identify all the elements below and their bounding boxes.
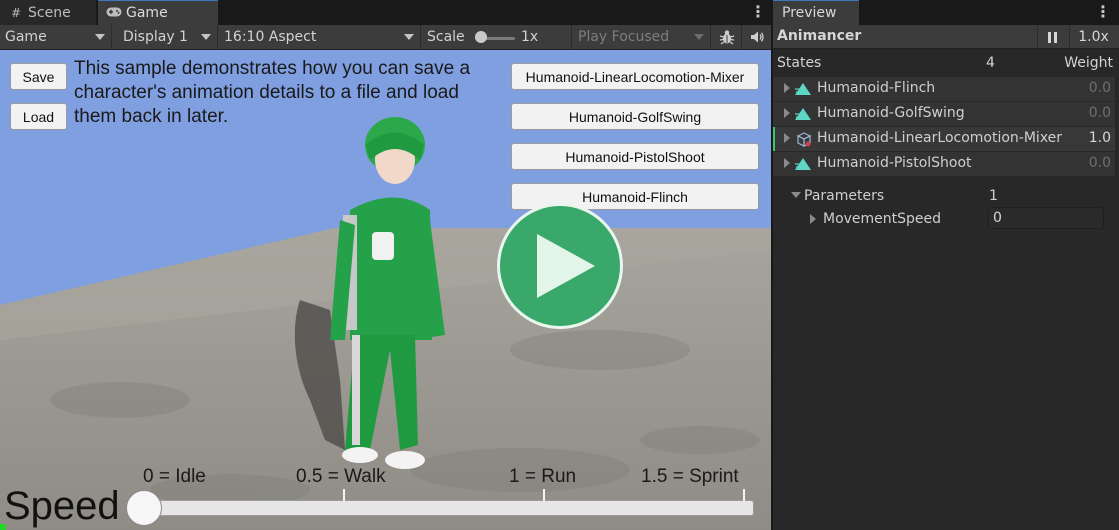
animancer-title: Animancer	[777, 28, 862, 44]
speed-tick-walk: 0.5 = Walk	[296, 466, 386, 487]
parameters-label[interactable]: Parameters	[804, 188, 884, 204]
play-focused-label: Play Focused	[578, 29, 670, 45]
movement-speed-field[interactable]: 0	[988, 207, 1104, 229]
expand-arrow-icon[interactable]	[784, 83, 790, 93]
sample-description: This sample demonstrates how you can sav…	[74, 58, 471, 127]
animation-button-linear-locomotion-mixer[interactable]: Humanoid-LinearLocomotion-Mixer	[511, 63, 759, 90]
preview-tab-bar: Preview ⋮	[773, 0, 1119, 25]
scale-label: Scale	[427, 29, 465, 45]
state-row-linear-locomotion-mixer[interactable]: Humanoid-LinearLocomotion-Mixer 1.0	[773, 127, 1115, 151]
aspect-label: 16:10 Aspect	[224, 29, 317, 45]
states-label: States	[777, 55, 822, 71]
game-toolbar: Game Display 1 16:10 Aspect Scale 1x Pla…	[0, 25, 771, 50]
expand-arrow-icon[interactable]	[784, 133, 790, 143]
status-indicator	[0, 524, 6, 530]
expand-arrow-icon[interactable]	[784, 108, 790, 118]
scale-value: 1x	[521, 29, 539, 45]
pause-icon	[1048, 31, 1051, 43]
animancer-header: Animancer 1.0x	[773, 25, 1119, 49]
chevron-down-icon	[201, 34, 211, 40]
animation-clip-icon	[795, 83, 811, 95]
animation-clip-icon	[795, 108, 811, 120]
chevron-down-icon	[404, 34, 414, 40]
state-weight: 0.0	[1088, 105, 1111, 121]
state-weight: 0.0	[1088, 155, 1111, 171]
animation-button-pistol-shoot[interactable]: Humanoid-PistolShoot	[511, 143, 759, 170]
speed-slider-track[interactable]	[144, 500, 754, 516]
display-dropdown[interactable]: Display 1	[118, 25, 218, 49]
speed-slider-tick	[343, 489, 345, 501]
state-name: Humanoid-Flinch	[817, 80, 936, 96]
grid-icon: #	[10, 5, 22, 20]
tab-scene-label: Scene	[28, 4, 71, 21]
state-name: Humanoid-PistolShoot	[817, 155, 972, 171]
save-button[interactable]: Save	[10, 63, 67, 90]
unity-editor: # Scene Game ⋮ Game Display 1 16:10 Aspe	[0, 0, 1119, 530]
state-row-flinch[interactable]: Humanoid-Flinch 0.0	[773, 77, 1115, 101]
speed-tick-sprint: 1.5 = Sprint	[641, 466, 739, 487]
bug-icon	[719, 30, 734, 45]
game-viewport[interactable]: Save Load This sample demonstrates how y…	[0, 50, 771, 530]
game-window-menu-icon[interactable]: ⋮	[750, 4, 766, 20]
speed-tick-idle: 0 = Idle	[143, 466, 206, 487]
blend-tree-icon	[796, 132, 812, 147]
animation-button-golf-swing[interactable]: Humanoid-GolfSwing	[511, 103, 759, 130]
play-button[interactable]	[497, 203, 623, 329]
speed-slider-tick	[743, 489, 745, 501]
collapse-arrow-icon[interactable]	[791, 192, 801, 198]
states-header: States 4 Weight	[777, 55, 1113, 75]
speed-button[interactable]: 1.0x	[1069, 26, 1117, 48]
weight-label: Weight	[1064, 55, 1113, 71]
parameters-count: 1	[989, 188, 998, 204]
preview-window: Preview ⋮ Animancer 1.0x States 4 Weight…	[773, 0, 1119, 530]
chevron-down-icon	[95, 34, 105, 40]
animation-clip-icon	[795, 158, 811, 170]
game-mode-label: Game	[5, 29, 47, 45]
gamepad-icon	[106, 6, 122, 20]
states-count: 4	[986, 55, 995, 71]
game-window: # Scene Game ⋮ Game Display 1 16:10 Aspe	[0, 0, 771, 530]
scale-slider-handle[interactable]	[475, 31, 487, 43]
game-tab-bar: # Scene Game ⋮	[0, 0, 771, 25]
chevron-down-icon	[694, 34, 704, 40]
state-weight: 0.0	[1088, 80, 1111, 96]
state-name: Humanoid-GolfSwing	[817, 105, 965, 121]
state-row-golf-swing[interactable]: Humanoid-GolfSwing 0.0	[773, 102, 1115, 126]
debug-bug-button[interactable]	[712, 25, 742, 49]
mute-audio-button[interactable]	[743, 25, 771, 49]
aspect-dropdown[interactable]: 16:10 Aspect	[219, 25, 421, 49]
game-mode-dropdown[interactable]: Game	[0, 25, 112, 49]
speed-label: Speed	[4, 484, 120, 528]
expand-arrow-icon[interactable]	[784, 158, 790, 168]
tab-preview[interactable]: Preview	[773, 0, 859, 25]
speed-tick-run: 1 = Run	[509, 466, 577, 487]
parameter-name: MovementSpeed	[823, 211, 942, 227]
state-weight: 1.0	[1088, 130, 1111, 146]
display-label: Display 1	[123, 29, 188, 45]
speaker-icon	[751, 31, 764, 43]
state-name: Humanoid-LinearLocomotion-Mixer	[817, 130, 1063, 146]
load-button[interactable]: Load	[10, 103, 67, 130]
expand-arrow-icon[interactable]	[810, 214, 816, 224]
tab-scene[interactable]: # Scene	[0, 0, 96, 25]
tab-game[interactable]: Game	[98, 0, 218, 25]
tab-game-label: Game	[126, 5, 168, 21]
play-focused-dropdown[interactable]: Play Focused	[573, 25, 711, 49]
play-icon	[537, 234, 595, 298]
preview-window-menu-icon[interactable]: ⋮	[1095, 4, 1111, 20]
state-row-pistol-shoot[interactable]: Humanoid-PistolShoot 0.0	[773, 152, 1115, 176]
pause-button[interactable]	[1037, 26, 1067, 48]
speed-slider-handle[interactable]	[126, 490, 162, 526]
speed-slider-tick	[543, 489, 545, 501]
